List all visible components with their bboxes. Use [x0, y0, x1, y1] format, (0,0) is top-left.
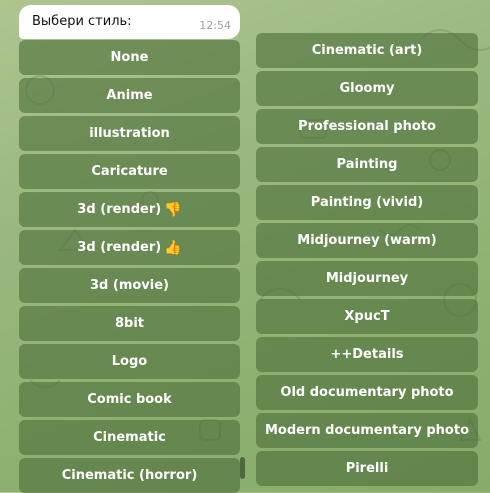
style-button-3d-render-thumbs-up[interactable]: 3d (render) 👍 — [19, 230, 240, 265]
style-button-3d-movie[interactable]: 3d (movie) — [19, 268, 240, 303]
style-button-gloomy[interactable]: Gloomy — [256, 71, 478, 106]
message-timestamp: 12:54 — [199, 19, 231, 32]
style-button-illustration[interactable]: illustration — [19, 116, 240, 151]
style-button-caricature[interactable]: Caricature — [19, 154, 240, 189]
style-button-cinematic[interactable]: Cinematic — [19, 420, 240, 455]
style-button-painting[interactable]: Painting — [256, 147, 478, 182]
message-text: Выбери стиль: — [32, 14, 132, 29]
style-button-midjourney-warm[interactable]: Midjourney (warm) — [256, 223, 478, 258]
style-button-label: Pirelli — [345, 461, 389, 476]
style-button-label: XpucT — [344, 309, 390, 324]
style-button-professional-photo[interactable]: Professional photo — [256, 109, 478, 144]
style-button-label: 3d (movie) — [90, 278, 169, 293]
style-button-label: Midjourney (warm) — [297, 233, 437, 248]
style-button-logo[interactable]: Logo — [19, 344, 240, 379]
bot-message: Выбери стиль: 12:54 — [19, 5, 240, 39]
style-button-3d-render-thumbs-down[interactable]: 3d (render) 👎 — [19, 192, 240, 227]
style-button-label: 3d (render) — [77, 240, 162, 255]
style-button-painting-vivid[interactable]: Painting (vivid) — [256, 185, 478, 220]
style-button-cinematic-art[interactable]: Cinematic (art) — [256, 33, 478, 68]
style-button-comic-book[interactable]: Comic book — [19, 382, 240, 417]
style-button-label: Comic book — [87, 392, 172, 407]
thumbs-down-icon: 👎 — [164, 201, 182, 218]
style-button-label: Modern documentary photo — [264, 423, 470, 438]
style-button-label: None — [110, 50, 149, 65]
thumbs-up-icon: 👍 — [164, 239, 182, 256]
style-button-pirelli[interactable]: Pirelli — [256, 451, 478, 486]
style-button-label: Caricature — [91, 164, 168, 179]
style-button-label: Professional photo — [298, 119, 436, 134]
style-button-label: Gloomy — [339, 81, 395, 96]
style-button-label: Cinematic (horror) — [61, 468, 198, 483]
style-button-label: Logo — [111, 354, 148, 369]
style-button-label: Painting — [336, 157, 398, 172]
keyboard-scrollbar[interactable] — [240, 457, 245, 479]
style-button-midjourney[interactable]: Midjourney — [256, 261, 478, 296]
style-button-cinematic-horror[interactable]: Cinematic (horror) — [19, 458, 240, 493]
style-button-modern-documentary-photo[interactable]: Modern documentary photo — [256, 413, 478, 448]
style-button-xpuct[interactable]: XpucT — [256, 299, 478, 334]
style-button-label: Painting (vivid) — [310, 195, 424, 210]
style-button-label: illustration — [89, 126, 170, 141]
style-button-label: Cinematic (art) — [311, 43, 423, 58]
style-button-label: ++Details — [330, 347, 404, 362]
style-button-8bit[interactable]: 8bit — [19, 306, 240, 341]
style-button-label: Cinematic — [93, 430, 166, 445]
style-button-details[interactable]: ++Details — [256, 337, 478, 372]
style-button-label: 3d (render) — [77, 202, 162, 217]
style-button-label: Old documentary photo — [280, 385, 454, 400]
style-button-old-documentary-photo[interactable]: Old documentary photo — [256, 375, 478, 410]
style-button-label: Midjourney — [325, 271, 409, 286]
style-button-anime[interactable]: Anime — [19, 78, 240, 113]
style-button-label: Anime — [106, 88, 153, 103]
style-button-none[interactable]: None — [19, 40, 240, 75]
style-button-label: 8bit — [114, 316, 145, 331]
